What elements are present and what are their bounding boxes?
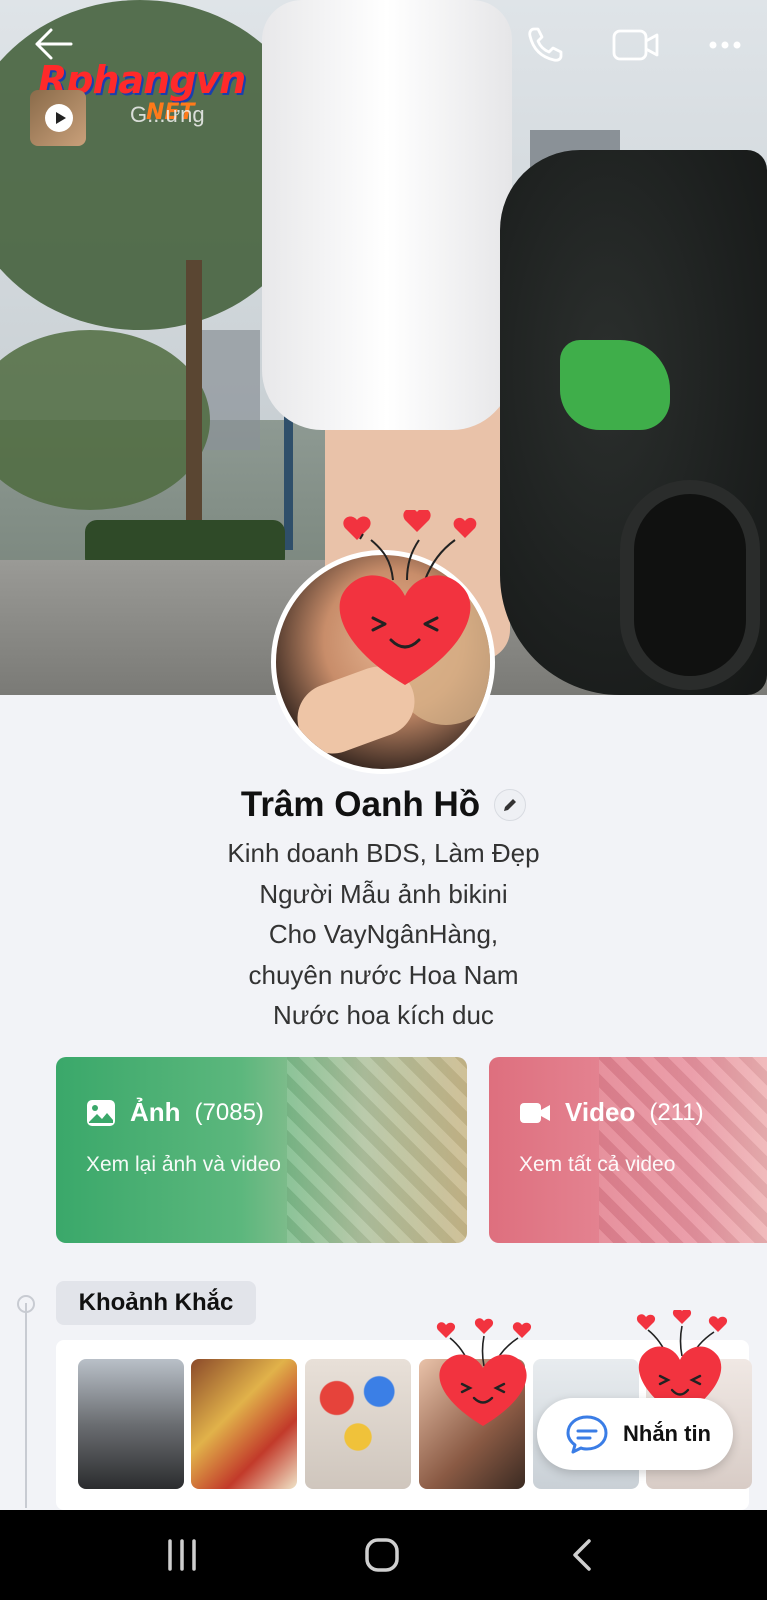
message-button-label: Nhắn tin — [623, 1421, 711, 1446]
cover-building — [200, 330, 260, 450]
bio-line: Người Mẫu ảnh bikini — [259, 878, 508, 909]
profile-name-row: Trâm Oanh Hồ — [0, 780, 767, 830]
chat-bubble-icon — [566, 1415, 608, 1454]
phone-icon[interactable] — [520, 20, 570, 70]
pencil-icon[interactable] — [494, 789, 527, 821]
story-thumbnail[interactable] — [30, 90, 86, 146]
photos-card[interactable]: Ảnh (7085) Xem lại ảnh và video — [56, 1057, 467, 1243]
photos-card-count: (7085) — [194, 1098, 264, 1126]
bio-line: Cho VayNgânHàng, — [268, 919, 499, 949]
photos-card-subtitle: Xem lại ảnh và video — [86, 1153, 281, 1176]
heart-sticker-icon — [436, 1318, 532, 1426]
moment-thumbnail[interactable] — [305, 1359, 411, 1489]
bio-line: chuyên nước Hoa Nam — [248, 959, 519, 990]
play-icon — [45, 104, 73, 132]
message-button[interactable]: Nhắn tin — [537, 1398, 733, 1470]
bio-line: Nước hoa kích duc — [273, 1000, 494, 1030]
bio-line: Kinh doanh BDS, Làm Đẹp — [227, 838, 540, 868]
timeline-line — [25, 1303, 27, 1508]
video-camera-icon[interactable] — [608, 20, 664, 70]
image-icon — [87, 1099, 115, 1126]
videos-card-background — [599, 1057, 767, 1243]
cover-motorbike-fairing — [560, 340, 670, 430]
system-nav-bar — [0, 1510, 767, 1600]
heart-sticker-icon — [339, 510, 477, 685]
video-icon — [520, 1102, 550, 1123]
home-icon[interactable] — [352, 1530, 412, 1580]
nav-back-icon[interactable] — [552, 1530, 612, 1580]
videos-card-subtitle: Xem tất cả video — [519, 1153, 676, 1176]
moment-thumbnail[interactable] — [191, 1359, 297, 1489]
more-dots-icon[interactable] — [700, 20, 750, 70]
cover-motorbike-wheel — [620, 480, 760, 690]
photos-card-label: Ảnh — [130, 1097, 181, 1127]
profile-bio: Kinh doanh BDS, Làm Đẹp Người Mẫu ảnh bi… — [0, 833, 767, 1036]
photos-card-title: Ảnh (7085) — [86, 1097, 264, 1128]
videos-card-count: (211) — [649, 1098, 704, 1126]
photos-card-background — [287, 1057, 467, 1243]
videos-card-title: Video (211) — [519, 1097, 704, 1128]
moment-thumbnail[interactable] — [78, 1359, 184, 1489]
recents-icon[interactable] — [152, 1530, 212, 1580]
profile-name: Trâm Oanh Hồ — [240, 785, 481, 824]
moments-title[interactable]: Khoảnh Khắc — [56, 1281, 256, 1325]
videos-card[interactable]: Video (211) Xem tất cả video — [489, 1057, 767, 1243]
cover-trunk — [186, 260, 202, 540]
videos-card-label: Video — [565, 1097, 636, 1127]
story-label: G...ưng — [130, 102, 205, 127]
